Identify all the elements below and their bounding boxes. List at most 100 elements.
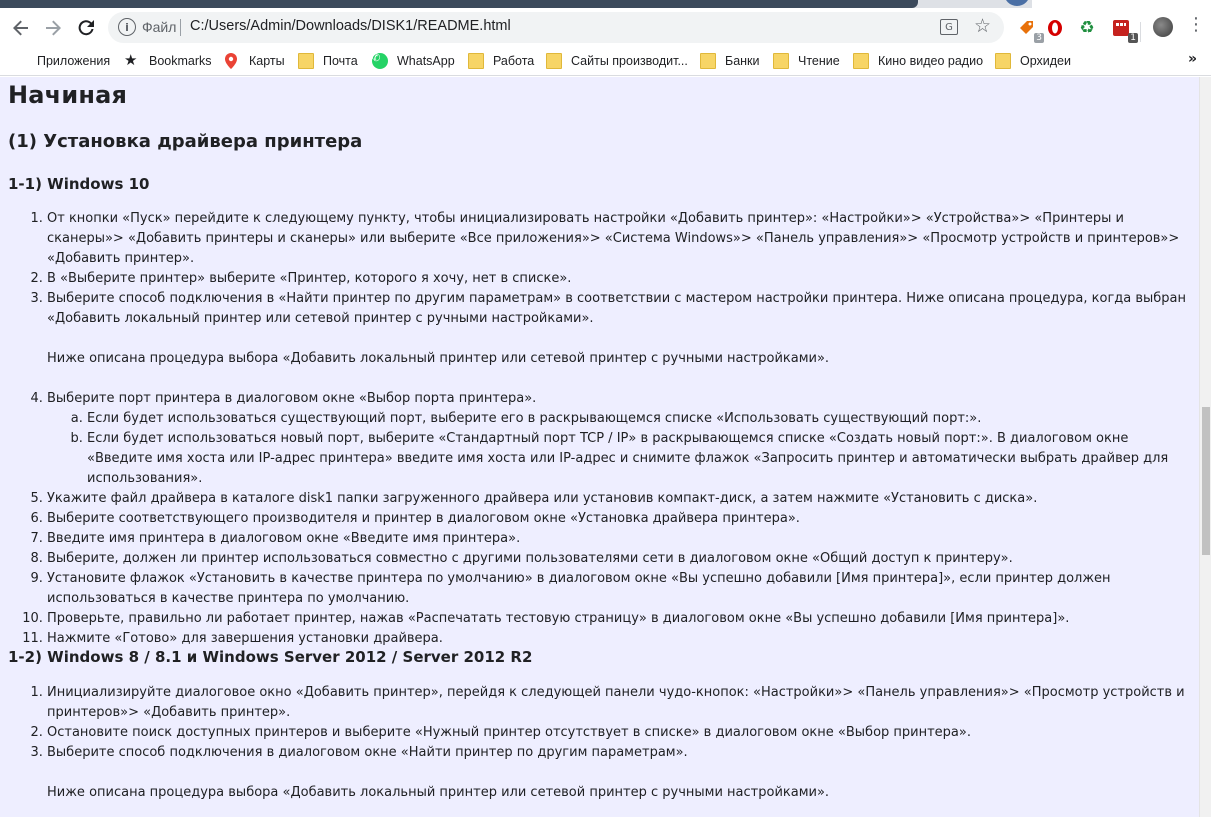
site-info-icon[interactable]: i — [118, 18, 136, 36]
bookmark-label: Приложения — [37, 54, 111, 68]
step-text: Введите имя принтера в диалоговом окне «… — [47, 531, 521, 546]
list-item: От кнопки «Пуск» перейдите к следующему … — [47, 209, 1188, 269]
bookmark-apps[interactable]: Приложения — [12, 51, 110, 71]
step-text: Выберите способ подключения в «Найти при… — [47, 291, 1187, 326]
browser-toolbar: i Файл C:/Users/Admin/Downloads/DISK1/RE… — [0, 8, 1211, 46]
bookmark-folder-reading[interactable]: Чтение — [773, 51, 840, 71]
map-pin-icon — [224, 53, 240, 69]
bookmark-folder-vendor-sites[interactable]: Сайты производит... — [546, 51, 688, 71]
bookmark-label: Банки — [725, 54, 760, 68]
list-item: Введите имя принтера в диалоговом окне «… — [47, 529, 1188, 549]
list-item: Выберите соответствующего производителя … — [47, 509, 1188, 529]
step-text: Выберите, должен ли принтер использовать… — [47, 551, 1013, 566]
sub-step-text: Если будет использоваться существующий п… — [87, 411, 982, 426]
step-note: Ниже описана процедура выбора «Добавить … — [47, 351, 830, 366]
list-item: Проверьте, правильно ли работает принтер… — [47, 609, 1188, 629]
step-text: Выберите способ подключения в диалоговом… — [47, 745, 688, 760]
step-text: Нажмите «Готово» для завершения установк… — [47, 631, 443, 646]
tab-strip — [0, 0, 1211, 8]
bookmark-bookmarks[interactable]: ★ Bookmarks — [124, 51, 212, 71]
sub-steps-list: Если будет использоваться существующий п… — [47, 409, 1188, 489]
star-icon: ★ — [124, 52, 138, 69]
step-text: Инициализируйте диалоговое окно «Добавит… — [47, 685, 1185, 720]
whatsapp-icon: ✆ — [372, 53, 388, 69]
list-item: Нажмите «Готово» для завершения установк… — [47, 629, 1188, 649]
step-text: Укажите файл драйвера в каталоге disk1 п… — [47, 491, 1038, 506]
list-item: Выберите, должен ли принтер использовать… — [47, 549, 1188, 569]
list-item: Установите флажок «Установить в качестве… — [47, 569, 1188, 609]
folder-icon — [468, 53, 484, 69]
subsection-heading: 1-1) Windows 10 — [8, 175, 150, 193]
list-item: Если будет использоваться существующий п… — [87, 409, 1188, 429]
tag-extension-icon[interactable]: 3 — [1016, 17, 1044, 43]
folder-icon — [995, 53, 1011, 69]
page-content: Начиная (1) Установка драйвера принтера … — [0, 77, 1199, 817]
page-scrollbar[interactable] — [1199, 77, 1211, 817]
translate-icon[interactable]: G — [940, 19, 958, 35]
scrollbar-thumb[interactable] — [1202, 407, 1210, 555]
bookmark-folder-orchids[interactable]: Орхидеи — [995, 51, 1071, 71]
list-item: Выберите способ подключения в диалоговом… — [47, 743, 1188, 803]
step-text: От кнопки «Пуск» перейдите к следующему … — [47, 211, 1180, 266]
browser-menu-icon[interactable]: ⋮ — [1186, 14, 1206, 36]
bookmarks-overflow-chevron-icon[interactable]: » — [1188, 51, 1197, 67]
list-item: Укажите файл драйвера в каталоге disk1 п… — [47, 489, 1188, 509]
omnibox-url[interactable]: C:/Users/Admin/Downloads/DISK1/README.ht… — [190, 18, 511, 34]
address-bar[interactable]: i Файл C:/Users/Admin/Downloads/DISK1/RE… — [108, 12, 1004, 43]
list-item: Выберите способ подключения в «Найти при… — [47, 289, 1188, 369]
list-item: Остановите поиск доступных принтеров и в… — [47, 723, 1188, 743]
step-text: Проверьте, правильно ли работает принтер… — [47, 611, 1070, 626]
folder-icon — [298, 53, 314, 69]
profile-tab-icon[interactable] — [1004, 0, 1030, 6]
bookmark-whatsapp[interactable]: ✆ WhatsApp — [372, 51, 455, 71]
bookmarks-bar: Приложения ★ Bookmarks Карты Почта ✆ Wha… — [0, 46, 1211, 76]
step-text: Выберите порт принтера в диалоговом окне… — [47, 391, 537, 406]
recycle-extension-icon[interactable]: ♻ — [1076, 17, 1098, 39]
back-arrow-icon[interactable] — [8, 15, 34, 41]
bookmark-label: Орхидеи — [1020, 54, 1071, 68]
step-text: Выберите соответствующего производителя … — [47, 511, 800, 526]
reload-icon[interactable] — [73, 15, 99, 41]
list-item: Выберите порт принтера в диалоговом окне… — [47, 389, 1188, 489]
bookmark-folder-banks[interactable]: Банки — [700, 51, 760, 71]
list-item: Инициализируйте диалоговое окно «Добавит… — [47, 683, 1188, 723]
step-text: Установите флажок «Установить в качестве… — [47, 571, 1111, 606]
step-text: В «Выберите принтер» выберите «Принтер, … — [47, 271, 572, 286]
bookmark-label: Чтение — [798, 54, 840, 68]
bookmark-label: Сайты производит... — [571, 54, 688, 68]
bookmark-label: Карты — [249, 54, 285, 68]
list-item: В «Выберите принтер» выберите «Принтер, … — [47, 269, 1188, 289]
bookmark-star-icon[interactable]: ☆ — [974, 15, 991, 37]
folder-icon — [700, 53, 716, 69]
bookmark-label: Почта — [323, 54, 358, 68]
omnibox-scheme-label: Файл — [142, 19, 177, 35]
section-heading: (1) Установка драйвера принтера — [8, 131, 363, 152]
inactive-tab[interactable] — [1032, 0, 1211, 8]
steps-list: От кнопки «Пуск» перейдите к следующему … — [8, 209, 1188, 649]
folder-icon — [853, 53, 869, 69]
omnibox-separator — [180, 19, 181, 36]
bookmark-label: Кино видео радио — [878, 54, 984, 68]
steps-list: Инициализируйте диалоговое окно «Добавит… — [8, 683, 1188, 817]
active-tab[interactable] — [0, 0, 918, 8]
subsection-heading: 1-2) Windows 8 / 8.1 и Windows Server 20… — [8, 648, 533, 666]
step-text: Остановите поиск доступных принтеров и в… — [47, 725, 971, 740]
bookmark-folder-mail[interactable]: Почта — [298, 51, 358, 71]
page-title: Начиная — [8, 81, 128, 109]
bookmark-folder-work[interactable]: Работа — [468, 51, 534, 71]
bookmark-label: Bookmarks — [149, 54, 212, 68]
red-grid-extension-icon[interactable]: 1 — [1110, 17, 1138, 43]
folder-icon — [546, 53, 562, 69]
sub-step-text: Если будет использоваться новый порт, вы… — [87, 431, 1169, 486]
list-item: Если будет использоваться новый порт, вы… — [87, 429, 1188, 489]
opera-like-extension-icon[interactable] — [1044, 17, 1066, 39]
apps-grid-icon — [12, 53, 28, 69]
bookmark-label: Работа — [493, 54, 535, 68]
toolbar-separator — [1140, 22, 1141, 42]
bookmark-maps[interactable]: Карты — [224, 51, 285, 71]
step-note: Ниже описана процедура выбора «Добавить … — [47, 785, 830, 800]
profile-avatar[interactable] — [1153, 17, 1173, 37]
bookmark-label: WhatsApp — [397, 54, 455, 68]
forward-arrow-icon[interactable] — [40, 15, 66, 41]
bookmark-folder-movies[interactable]: Кино видео радио — [853, 51, 983, 71]
